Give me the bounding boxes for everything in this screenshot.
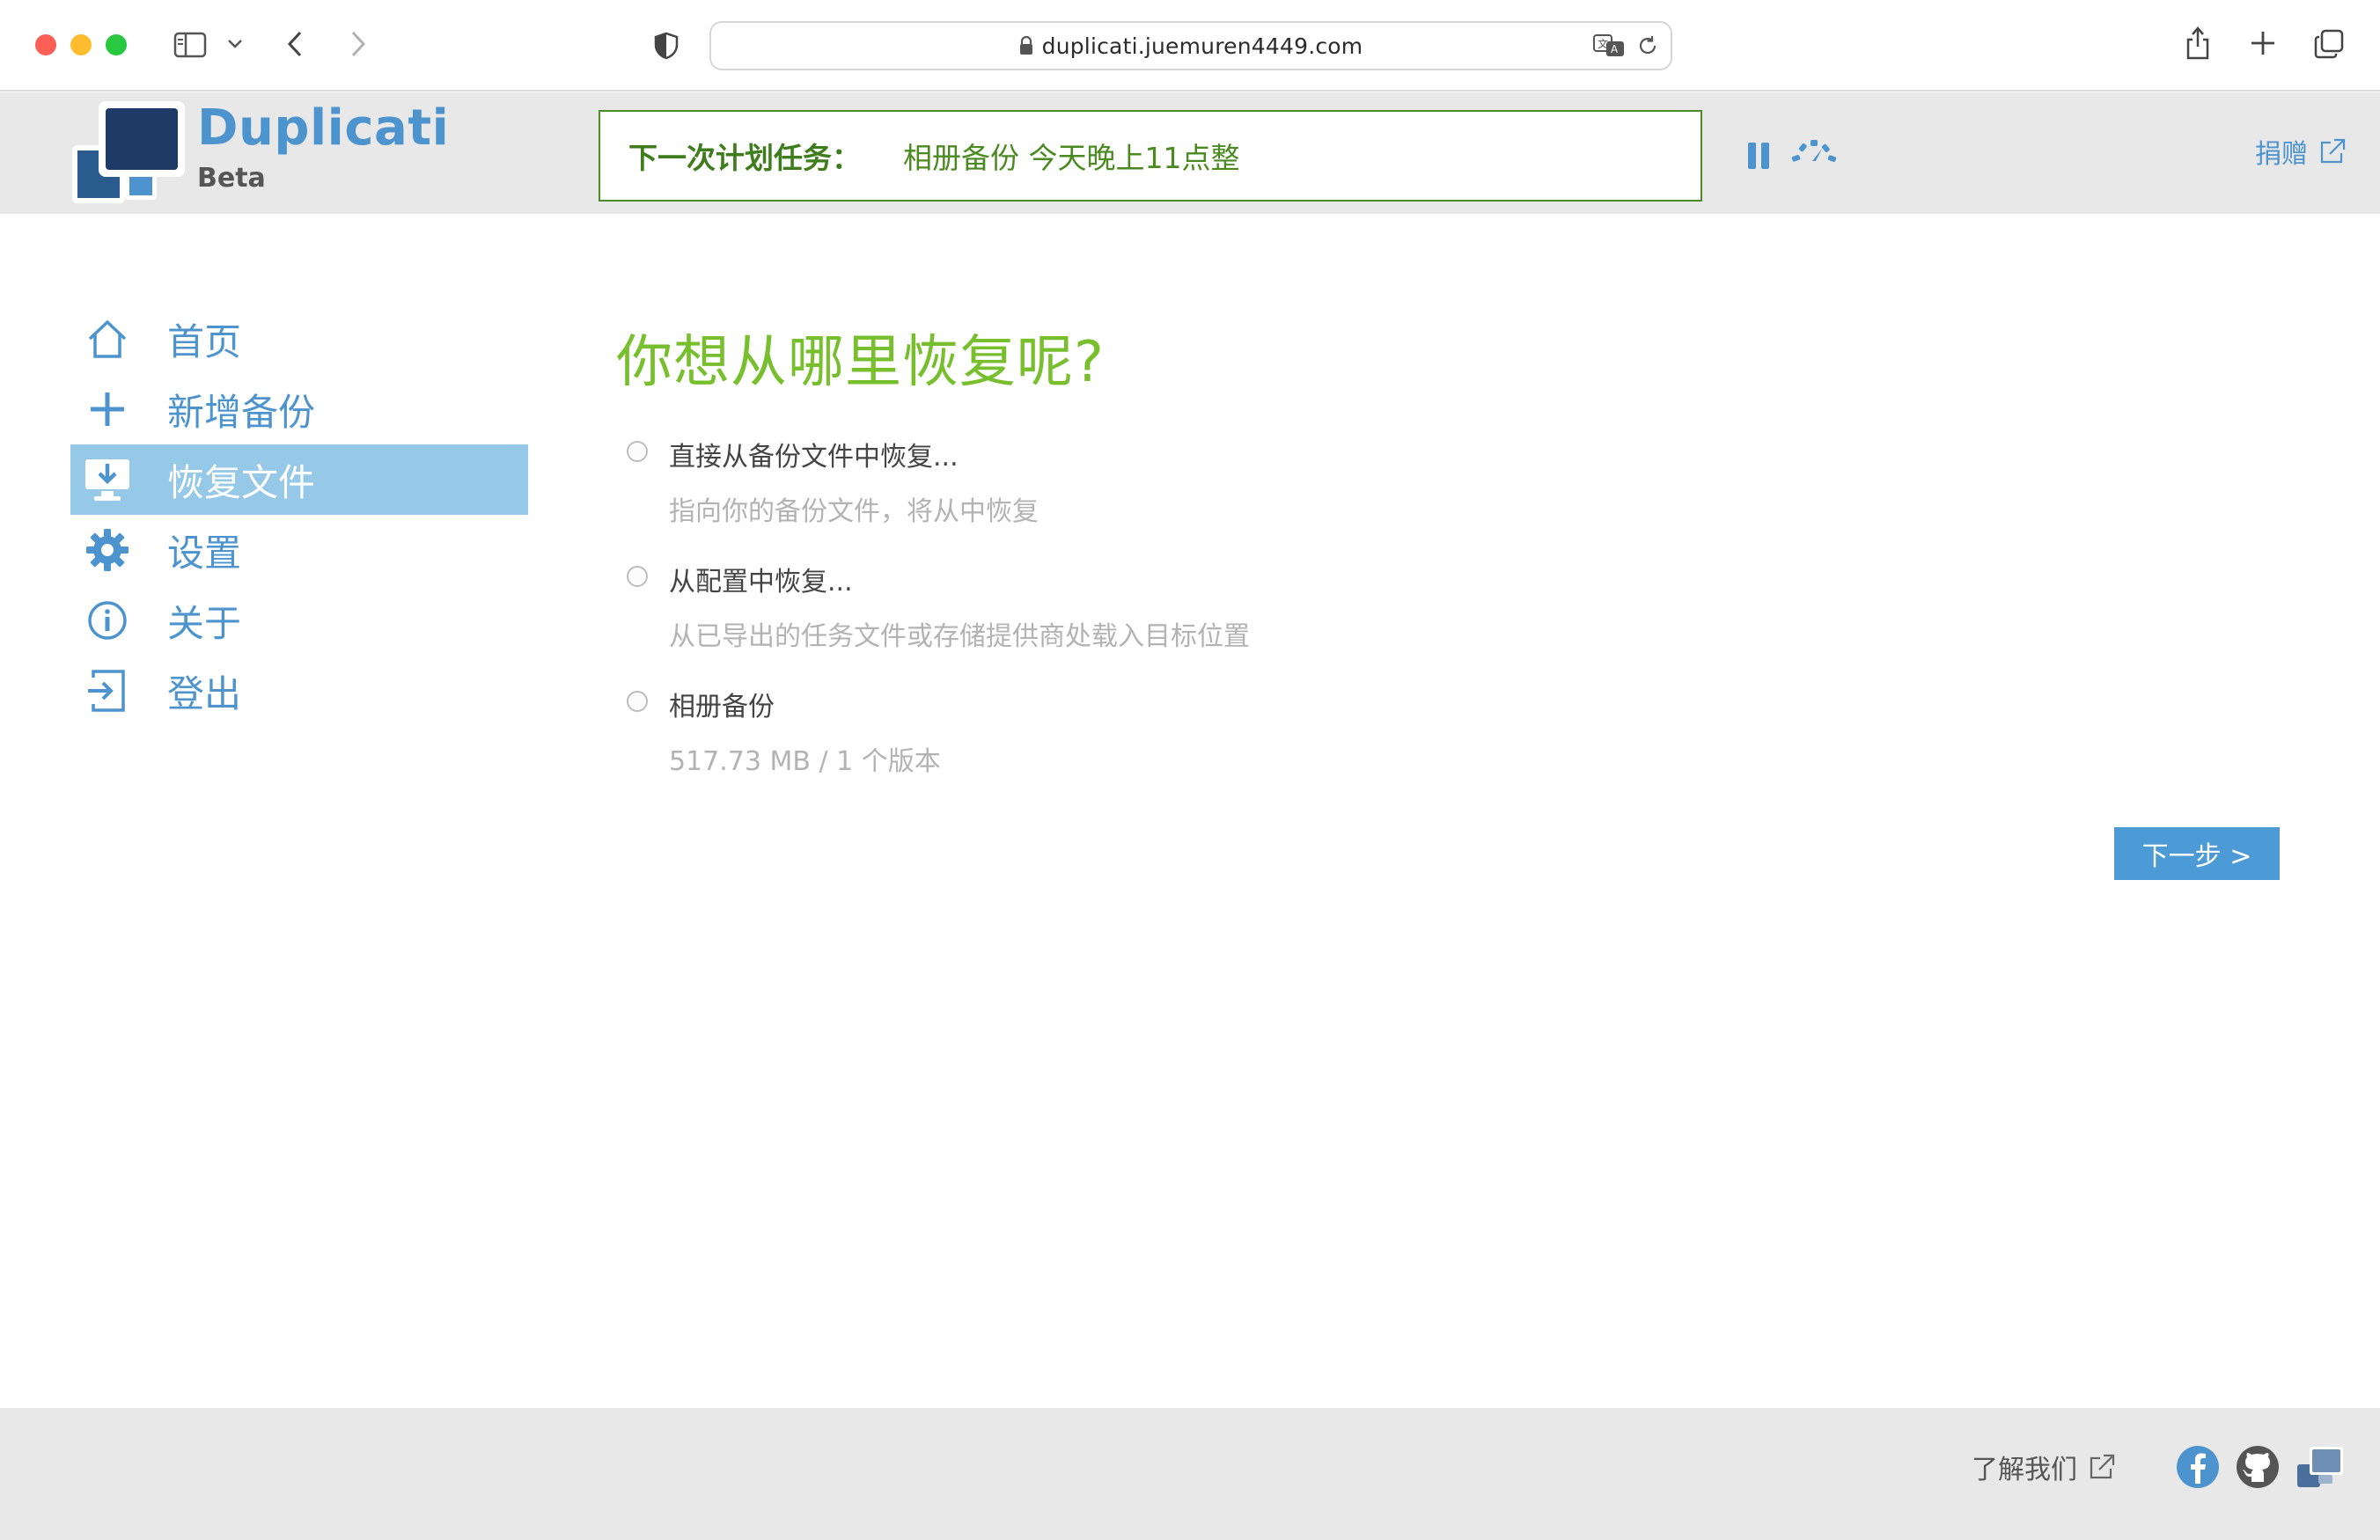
close-window-button[interactable] (35, 34, 56, 55)
option-description: 从已导出的任务文件或存储提供商处载入目标位置 (669, 621, 1250, 652)
sidebar-toggle-icon[interactable] (173, 30, 208, 60)
option-title: 相册备份 (669, 692, 775, 722)
chevron-down-icon[interactable] (225, 35, 245, 53)
info-icon (83, 596, 132, 645)
tab-overview-icon[interactable] (2313, 28, 2345, 60)
sidebar-item-logout[interactable]: 登出 (70, 656, 528, 726)
sidebar-item-label: 关于 (167, 601, 242, 645)
page-title: 你想从哪里恢复呢? (616, 330, 1105, 395)
forward-icon[interactable] (345, 28, 371, 60)
url-text: duplicati.juemuren4449.com (1041, 33, 1363, 59)
address-bar[interactable]: duplicati.juemuren4449.com 文A (709, 21, 1672, 70)
restore-option-config[interactable]: 从配置中恢复... 从已导出的任务文件或存储提供商处载入目标位置 (616, 560, 2288, 653)
browser-toolbar: duplicati.juemuren4449.com 文A (0, 0, 2380, 92)
minimize-window-button[interactable] (70, 34, 92, 55)
back-icon[interactable] (282, 28, 308, 60)
option-description: 517.73 MB / 1 个版本 (669, 746, 941, 777)
translate-icon[interactable]: 文A (1591, 32, 1627, 60)
schedule-value: 相册备份 今天晚上11点整 (903, 141, 1240, 175)
sidebar-item-add-backup[interactable]: 新增备份 (70, 374, 528, 444)
radio-config[interactable] (627, 566, 648, 587)
sidebar-item-label: 恢复文件 (167, 460, 316, 504)
sidebar-item-label: 设置 (167, 531, 242, 575)
restore-icon (83, 455, 132, 504)
pause-icon (1748, 143, 1756, 169)
reload-icon[interactable] (1635, 33, 1660, 58)
gear-icon (83, 525, 132, 575)
plus-icon (83, 385, 132, 434)
about-us-label: 了解我们 (1972, 1455, 2077, 1485)
lock-icon (1019, 36, 1033, 55)
pause-button[interactable] (1748, 143, 1769, 169)
app-subtitle: Beta (197, 163, 266, 194)
throttle-icon[interactable] (1790, 138, 1838, 168)
share-icon[interactable] (2183, 25, 2213, 62)
zoom-window-button[interactable] (106, 34, 127, 55)
option-title: 从配置中恢复... (669, 567, 853, 598)
sidebar-item-label: 登出 (167, 671, 242, 715)
privacy-shield-icon[interactable] (651, 30, 681, 62)
option-title: 直接从备份文件中恢复... (669, 442, 959, 473)
restore-option-direct[interactable]: 直接从备份文件中恢复... 指向你的备份文件，将从中恢复 (616, 435, 2288, 528)
new-tab-icon[interactable] (2248, 28, 2278, 58)
donate-label: 捐赠 (2255, 139, 2308, 170)
radio-album-backup[interactable] (627, 691, 648, 712)
app-title: Duplicati (197, 99, 450, 157)
sidebar-item-settings[interactable]: 设置 (70, 515, 528, 585)
restore-option-album-backup[interactable]: 相册备份 517.73 MB / 1 个版本 (616, 685, 2288, 778)
svg-text:A: A (1611, 43, 1619, 55)
sidebar-item-label: 新增备份 (167, 390, 316, 434)
sidebar-item-about[interactable]: 关于 (70, 585, 528, 656)
external-link-icon (2088, 1453, 2116, 1481)
home-icon (83, 314, 132, 363)
next-button[interactable]: 下一步 > (2114, 827, 2280, 880)
app-header: Duplicati Beta 下一次计划任务： 相册备份 今天晚上11点整 捐赠 (0, 92, 2380, 214)
donate-link[interactable]: 捐赠 (2255, 132, 2347, 171)
radio-direct[interactable] (627, 441, 648, 462)
page: duplicati.juemuren4449.com 文A Duplicati … (0, 0, 2380, 1540)
external-link-icon (2318, 137, 2347, 165)
option-description: 指向你的备份文件，将从中恢复 (669, 496, 1039, 527)
schedule-label: 下一次计划任务： (628, 141, 861, 175)
github-icon[interactable] (2236, 1445, 2280, 1492)
sidebar-nav: 首页 新增备份 恢复文件 设置 关于 登出 (70, 304, 528, 726)
duplicati-forum-icon[interactable] (2297, 1445, 2345, 1492)
sidebar-item-restore[interactable]: 恢复文件 (70, 444, 528, 515)
next-scheduled-task: 下一次计划任务： 相册备份 今天晚上11点整 (599, 110, 1702, 202)
about-us-link[interactable]: 了解我们 (1972, 1448, 2116, 1486)
facebook-icon[interactable] (2176, 1445, 2220, 1492)
restore-main: 你想从哪里恢复呢? 直接从备份文件中恢复... 指向你的备份文件，将从中恢复 从… (616, 317, 2288, 778)
logout-icon (83, 666, 132, 715)
duplicati-logo[interactable] (72, 101, 187, 205)
sidebar-item-home[interactable]: 首页 (70, 304, 528, 374)
sidebar-item-label: 首页 (167, 319, 242, 363)
footer: 了解我们 (0, 1408, 2380, 1540)
